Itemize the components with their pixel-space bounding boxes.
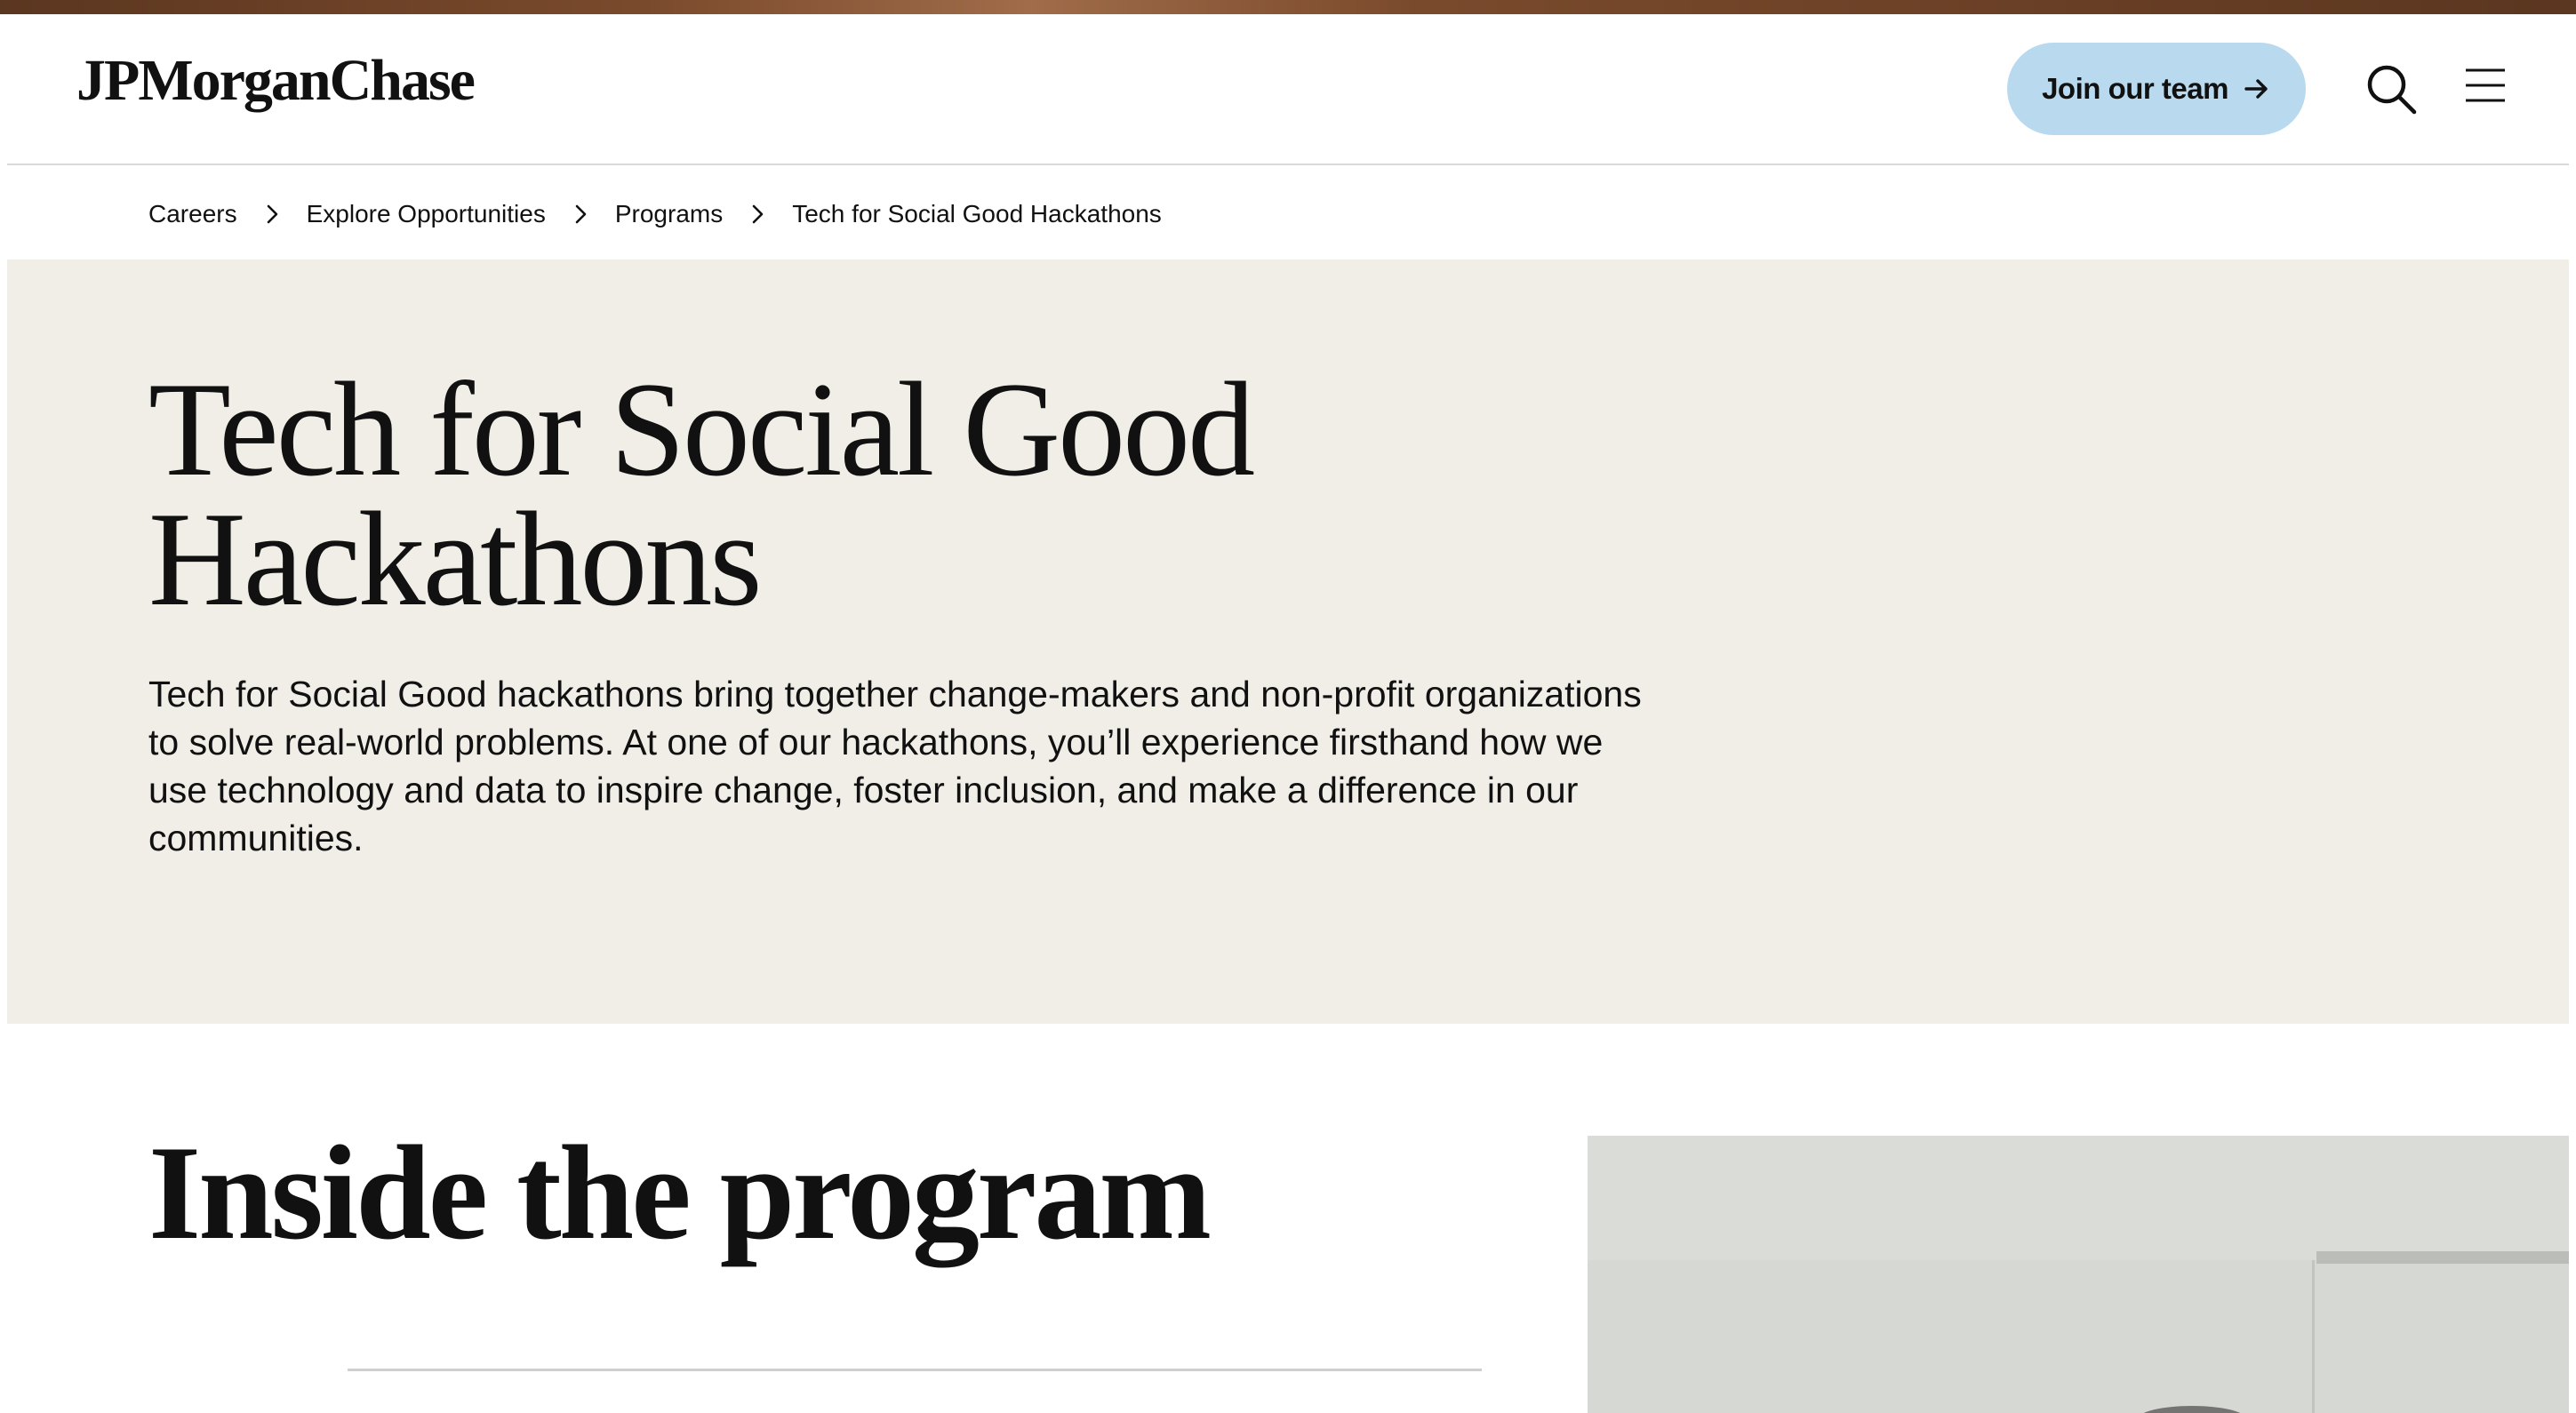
breadcrumb-programs[interactable]: Programs bbox=[615, 200, 723, 228]
hamburger-menu-icon[interactable] bbox=[2464, 68, 2507, 103]
hero-description: Tech for Social Good hackathons bring to… bbox=[148, 674, 1642, 858]
inside-the-program-heading: Inside the program bbox=[148, 1118, 1212, 1267]
site-header: JPMorganChase Join our team bbox=[7, 14, 2569, 165]
chevron-right-icon bbox=[748, 203, 767, 226]
chevron-right-icon bbox=[262, 203, 282, 226]
page: JPMorganChase Join our team Careers Expl… bbox=[0, 0, 2576, 1413]
join-our-team-button[interactable]: Join our team bbox=[2007, 43, 2306, 135]
page-title: Tech for Social Good Hackathons bbox=[148, 362, 1482, 627]
search-icon[interactable] bbox=[2364, 62, 2418, 116]
hero-section: Tech for Social Good Hackathons Tech for… bbox=[7, 259, 2569, 1024]
chevron-right-icon bbox=[571, 203, 590, 226]
breadcrumb-explore-opportunities[interactable]: Explore Opportunities bbox=[307, 200, 546, 228]
join-our-team-label: Join our team bbox=[2042, 72, 2228, 105]
top-decorative-band bbox=[0, 0, 2576, 14]
program-photo bbox=[1588, 1136, 2569, 1413]
breadcrumb-careers[interactable]: Careers bbox=[148, 200, 237, 228]
page-title-line-2: Hackathons bbox=[148, 484, 763, 634]
page-title-line-1: Tech for Social Good bbox=[148, 355, 1255, 504]
jpmorganchase-logo[interactable]: JPMorganChase bbox=[76, 52, 476, 110]
arrow-right-icon bbox=[2244, 79, 2268, 99]
breadcrumb: Careers Explore Opportunities Programs T… bbox=[148, 194, 1162, 235]
section-divider bbox=[348, 1369, 1482, 1371]
breadcrumb-current-page: Tech for Social Good Hackathons bbox=[792, 200, 1162, 228]
